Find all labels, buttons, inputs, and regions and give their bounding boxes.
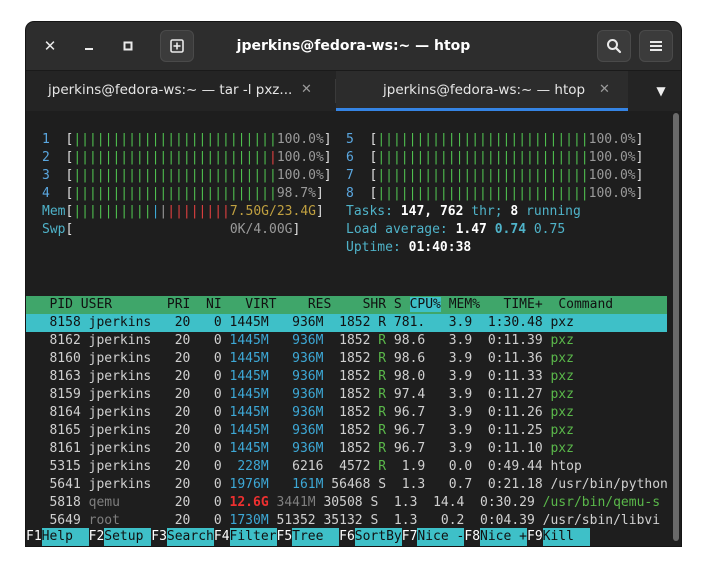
tab-list-dropdown[interactable]: ▼ — [646, 71, 676, 111]
filter-button[interactable]: Filter — [229, 528, 277, 546]
process-table-header[interactable]: PID USER PRI NI VIRT RES SHR S CPU% MEM%… — [26, 296, 667, 314]
terminal-window: ✕ jperkins@fedora-ws:~ — htop jperkins@f… — [26, 22, 681, 546]
tab-label: jperkins@fedora-ws:~ — htop — [383, 82, 586, 98]
memory-meter: Mem[||||||||||||||||||||7.50G/23.4G] — [42, 204, 324, 219]
search-icon — [607, 39, 622, 54]
cpu-meter: 1 [||||||||||||||||||||||||||100.0%] — [42, 132, 332, 147]
table-row[interactable]: 8165 jperkins 20 0 1445M 936M 1852 R 96.… — [26, 422, 573, 440]
setup-button[interactable]: Setup — [104, 528, 152, 546]
cpu-meter: 5 [|||||||||||||||||||||||||||100.0%] — [346, 132, 644, 147]
tab-bar: jperkins@fedora-ws:~ — tar -l pxz... ✕ j… — [26, 70, 681, 112]
tab-htop[interactable]: jperkins@fedora-ws:~ — htop ✕ — [336, 71, 628, 111]
cpu-meter: 8 [|||||||||||||||||||||||||||100.0%] — [346, 186, 644, 201]
table-row[interactable]: 8161 jperkins 20 0 1445M 936M 1852 R 96.… — [26, 440, 573, 458]
window-title: jperkins@fedora-ws:~ — htop — [236, 38, 471, 54]
close-tab-icon[interactable]: ✕ — [301, 71, 312, 109]
kill-button[interactable]: Kill — [542, 528, 590, 546]
search-fkey-button[interactable]: Search — [166, 528, 214, 546]
table-row[interactable]: 5315 jperkins 20 0 228M 6216 4572 R 1.9 … — [26, 458, 581, 476]
sortby-button[interactable]: SortBy — [354, 528, 402, 546]
hamburger-icon — [650, 41, 662, 51]
header-bar: ✕ jperkins@fedora-ws:~ — htop — [26, 22, 681, 70]
search-button[interactable] — [597, 30, 631, 62]
cpu-meter: 7 [|||||||||||||||||||||||||||100.0%] — [346, 168, 644, 183]
cpu-meter: 4 [||||||||||||||||||||||||||98.7%] — [42, 186, 324, 201]
table-row[interactable]: 8160 jperkins 20 0 1445M 936M 1852 R 98.… — [26, 350, 573, 368]
function-key-bar: F1Help F2Setup F3SearchF4FilterF5Tree F6… — [26, 528, 590, 546]
table-row[interactable]: 5818 qemu 20 0 12.6G 3441M 30508 S 1.3 1… — [26, 494, 660, 512]
table-row[interactable]: 8162 jperkins 20 0 1445M 936M 1852 R 98.… — [26, 332, 573, 350]
cpu-meter: 3 [||||||||||||||||||||||||||100.0%] — [42, 168, 332, 183]
nice-minus-button[interactable]: Nice - — [417, 528, 465, 546]
table-row[interactable]: 8158 jperkins 20 0 1445M 936M 1852 R 781… — [26, 314, 667, 332]
tab-label: jperkins@fedora-ws:~ — tar -l pxz... — [48, 82, 293, 98]
chevron-down-icon: ▼ — [656, 84, 666, 98]
table-row[interactable]: 8164 jperkins 20 0 1445M 936M 1852 R 96.… — [26, 404, 573, 422]
table-row[interactable]: 8163 jperkins 20 0 1445M 936M 1852 R 98.… — [26, 368, 573, 386]
terminal-area[interactable]: 1 [||||||||||||||||||||||||||100.0%] 2 [… — [26, 111, 671, 546]
load-average: Load average: 1.47 0.74 0.75 — [346, 222, 566, 237]
close-tab-icon[interactable]: ✕ — [599, 71, 610, 109]
tab-tar[interactable]: jperkins@fedora-ws:~ — tar -l pxz... ✕ — [26, 71, 335, 111]
menu-button[interactable] — [639, 30, 673, 62]
scrollbar-thumb[interactable] — [673, 113, 679, 541]
cpu-meter: 2 [||||||||||||||||||||||||||100.0%] — [42, 150, 332, 165]
table-row[interactable]: 8159 jperkins 20 0 1445M 936M 1852 R 97.… — [26, 386, 573, 404]
swap-meter: Swp[ 0K/4.00G] — [42, 222, 301, 237]
tree-button[interactable]: Tree — [292, 528, 340, 546]
uptime: Uptime: 01:40:38 — [346, 240, 472, 255]
terminal-scrollbar[interactable] — [671, 111, 681, 546]
table-row[interactable]: 5641 jperkins 20 0 1976M 161M 56468 S 1.… — [26, 476, 667, 494]
nice-plus-button[interactable]: Nice + — [480, 528, 527, 546]
cpu-meter: 6 [|||||||||||||||||||||||||||100.0%] — [346, 150, 644, 165]
help-button[interactable]: Help — [41, 528, 89, 546]
tasks-summary: Tasks: 147, 762 thr; 8 running — [346, 204, 581, 219]
